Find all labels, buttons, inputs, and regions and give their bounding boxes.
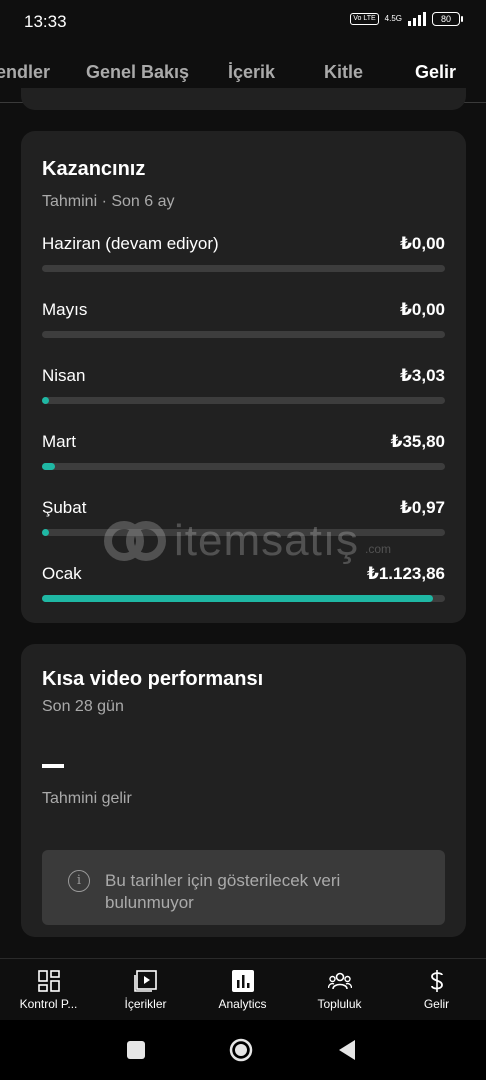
earnings-card: Kazancınız Tahmini · Son 6 ay Haziran (d… (21, 131, 466, 623)
earnings-amount: ₺0,97 (400, 498, 445, 517)
previous-card-edge (21, 88, 466, 110)
earnings-bar-track (42, 595, 445, 602)
short-video-title: Kısa video performansı (42, 668, 264, 690)
earnings-month: Mart (42, 432, 76, 451)
nav-analytics-label: Analytics (218, 997, 267, 1011)
earnings-bar-fill (42, 595, 433, 602)
earnings-row: Ocak ₺1.123,86 (42, 564, 445, 604)
community-icon (327, 972, 352, 990)
earnings-amount: ₺0,00 (400, 234, 445, 253)
tab-overview[interactable]: Genel Bakış (86, 62, 189, 83)
recent-apps-icon[interactable] (124, 1038, 148, 1062)
nav-dashboard[interactable]: Kontrol P... (0, 959, 97, 1021)
earnings-row: Mart ₺35,80 (42, 432, 445, 472)
earnings-bar-fill (42, 463, 55, 470)
status-icons: Vo LTE 4.5G 80 (350, 12, 463, 26)
earnings-amount: ₺3,03 (400, 366, 445, 385)
tab-trends[interactable]: endler (0, 62, 50, 83)
earnings-bar-fill (42, 529, 49, 536)
earnings-month: Haziran (devam ediyor) (42, 234, 219, 253)
nav-analytics[interactable]: Analytics (194, 959, 291, 1021)
earnings-row: Haziran (devam ediyor) ₺0,00 (42, 234, 445, 274)
earnings-subtitle: Tahmini · Son 6 ay (42, 193, 175, 210)
earnings-amount: ₺0,00 (400, 300, 445, 319)
nav-earn-label: Gelir (423, 997, 450, 1011)
back-icon[interactable] (335, 1038, 359, 1062)
analytics-icon (231, 970, 254, 992)
bottom-navigation: Kontrol P... İçerikler Analytics Toplulu… (0, 958, 486, 1021)
earnings-row: Mayıs ₺0,00 (42, 300, 445, 340)
short-video-subtitle: Son 28 gün (42, 698, 124, 715)
volte-icon: Vo LTE (350, 13, 379, 25)
battery-icon: 80 (432, 12, 463, 26)
tab-revenue[interactable]: Gelir (415, 62, 456, 83)
earnings-amount: ₺1.123,86 (366, 564, 445, 583)
signal-icon (408, 12, 426, 26)
earnings-month: Nisan (42, 366, 86, 385)
earnings-bar-fill (42, 397, 49, 404)
no-data-message: i Bu tarihler için gösterilecek veri bul… (42, 850, 445, 925)
nav-earn[interactable]: Gelir (388, 959, 485, 1021)
metric-value (42, 764, 64, 768)
info-icon: i (68, 870, 90, 892)
content-icon (133, 970, 157, 992)
short-video-card: Kısa video performansı Son 28 gün Tahmin… (21, 644, 466, 937)
earnings-month: Mayıs (42, 300, 88, 319)
earnings-row: Şubat ₺0,97 (42, 498, 445, 538)
earnings-bar-track (42, 265, 445, 272)
system-navigation-bar (0, 1020, 486, 1080)
status-time: 13:33 (24, 12, 67, 31)
earnings-bar-track (42, 463, 445, 470)
earnings-bar-track (42, 331, 445, 338)
status-bar: 13:33 Vo LTE 4.5G 80 (0, 0, 486, 44)
earnings-row: Nisan ₺3,03 (42, 366, 445, 406)
dashboard-icon (37, 970, 60, 992)
earnings-month: Şubat (42, 498, 87, 517)
nav-content[interactable]: İçerikler (97, 959, 194, 1021)
metric-label: Tahmini gelir (42, 790, 132, 807)
earnings-title: Kazancınız (42, 158, 146, 180)
nav-community[interactable]: Topluluk (291, 959, 388, 1021)
tab-audience[interactable]: Kitle (324, 62, 363, 83)
earnings-bar-track (42, 529, 445, 536)
home-icon[interactable] (229, 1038, 253, 1062)
earnings-bar-track (42, 397, 445, 404)
network-type: 4.5G (384, 14, 402, 23)
nav-dashboard-label: Kontrol P... (19, 997, 78, 1011)
earn-icon (430, 970, 443, 992)
earnings-amount: ₺35,80 (390, 432, 445, 451)
tab-content[interactable]: İçerik (228, 62, 275, 83)
no-data-text: Bu tarihler için gösterilecek veri bulun… (105, 871, 341, 912)
nav-content-label: İçerikler (124, 997, 167, 1011)
earnings-month: Ocak (42, 564, 82, 583)
nav-community-label: Topluluk (317, 997, 362, 1011)
